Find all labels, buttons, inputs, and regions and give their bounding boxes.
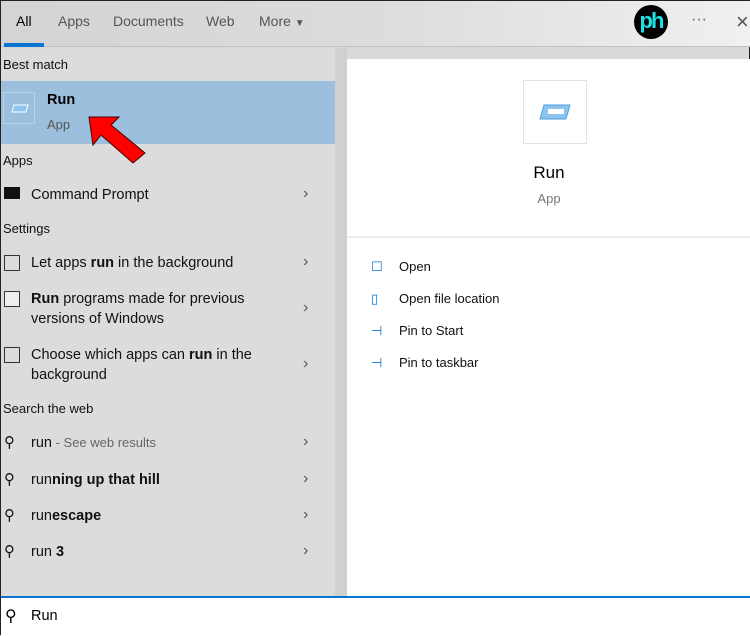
settings-graph-icon xyxy=(4,255,20,271)
search-box[interactable]: ⚲ Run xyxy=(1,596,750,636)
run-app-icon xyxy=(3,92,35,124)
caret-down-icon: ▼ xyxy=(294,18,305,29)
search-icon: ⚲ xyxy=(4,507,15,524)
run-app-large-icon xyxy=(523,80,587,144)
match: run xyxy=(90,255,115,271)
filter-bar: All Apps Documents Web More ▼ ph ··· × xyxy=(1,1,750,47)
chevron-right-icon[interactable]: › xyxy=(303,253,308,271)
action-label: Open xyxy=(399,259,431,274)
text: in the background xyxy=(114,255,234,271)
command-prompt-icon xyxy=(4,187,20,199)
tab-all[interactable]: All xyxy=(16,13,32,29)
scrollbar[interactable] xyxy=(335,48,347,596)
chevron-right-icon[interactable]: › xyxy=(303,355,308,373)
hint: - See web results xyxy=(51,435,157,450)
chevron-right-icon[interactable]: › xyxy=(303,470,308,488)
avatar[interactable]: ph xyxy=(634,5,668,39)
divider xyxy=(347,236,750,238)
search-input[interactable]: Run xyxy=(31,608,58,624)
chevron-right-icon[interactable]: › xyxy=(303,542,308,560)
chevron-right-icon[interactable]: › xyxy=(303,185,308,203)
search-icon: ⚲ xyxy=(4,434,15,451)
search-icon: ⚲ xyxy=(5,608,17,625)
section-search-web: Search the web xyxy=(3,401,94,416)
tab-more[interactable]: More ▼ xyxy=(259,13,305,29)
active-tab-indicator xyxy=(4,43,44,47)
detail-subtitle: App xyxy=(537,191,561,206)
tab-more-label: More xyxy=(259,13,291,29)
search-icon: ⚲ xyxy=(4,471,15,488)
detail-title: Run xyxy=(533,163,565,182)
chevron-right-icon[interactable]: › xyxy=(303,506,308,524)
close-icon[interactable]: × xyxy=(736,9,749,35)
match: run xyxy=(189,347,213,363)
detail-pane: Run App ☐ Open ▯ Open file location ⊣ Pin t… xyxy=(347,59,750,596)
best-match-title: Run xyxy=(47,92,76,108)
settings-graph-icon xyxy=(4,347,20,363)
completion: ning up that hill xyxy=(51,472,160,488)
text: run xyxy=(31,508,52,524)
tab-web[interactable]: Web xyxy=(206,13,235,29)
text: run xyxy=(31,435,52,451)
annotation-arrow-icon xyxy=(88,116,146,164)
text: run xyxy=(31,472,52,488)
section-apps: Apps xyxy=(3,153,33,168)
search-icon: ⚲ xyxy=(4,543,15,560)
completion: 3 xyxy=(56,544,65,560)
chevron-right-icon[interactable]: › xyxy=(303,433,308,451)
chevron-right-icon[interactable]: › xyxy=(303,299,308,317)
item-label: Command Prompt xyxy=(31,187,149,203)
file-location-icon: ▯ xyxy=(371,291,379,306)
text: run xyxy=(31,544,56,560)
completion: escape xyxy=(51,508,102,524)
text: programs made for previous versions of W… xyxy=(31,291,245,327)
action-label: Pin to Start xyxy=(399,323,464,338)
tab-documents[interactable]: Documents xyxy=(113,13,184,29)
tab-apps[interactable]: Apps xyxy=(58,13,90,29)
action-label: Pin to taskbar xyxy=(399,355,479,370)
best-match-run[interactable]: Run App xyxy=(1,81,335,144)
section-settings: Settings xyxy=(3,221,50,236)
pin-icon: ⊣ xyxy=(371,323,383,338)
compatibility-icon xyxy=(4,291,20,307)
more-options-icon[interactable]: ··· xyxy=(691,11,707,29)
open-icon: ☐ xyxy=(371,259,383,274)
best-match-subtitle: App xyxy=(47,117,71,132)
action-label: Open file location xyxy=(399,291,500,306)
pin-icon: ⊣ xyxy=(371,355,383,370)
list-item-command-prompt[interactable]: Command Prompt › xyxy=(1,185,335,205)
text: Let apps xyxy=(31,255,91,271)
section-best-match: Best match xyxy=(3,57,69,72)
text: Choose which apps can xyxy=(31,347,189,363)
match: Run xyxy=(31,291,60,307)
